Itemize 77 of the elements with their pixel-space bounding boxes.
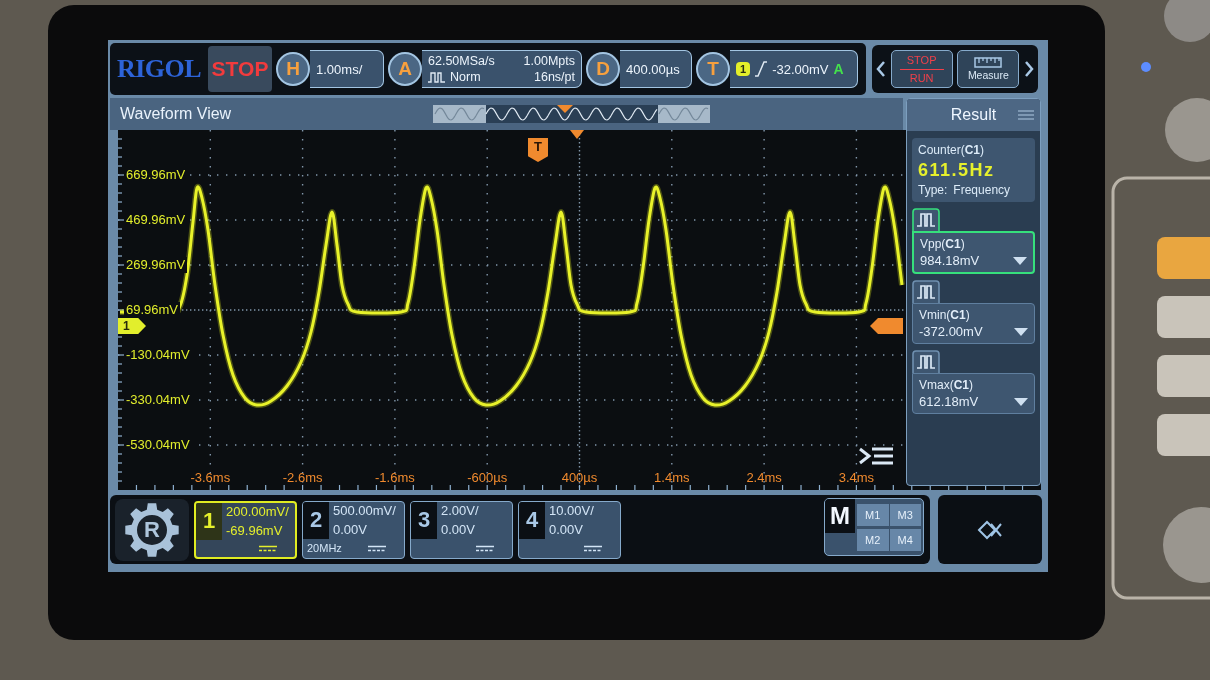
ruler-icon [974,56,1003,68]
panel-title: Waveform View [120,105,233,123]
type-value: Frequency [953,183,1011,197]
position-triangle-icon [557,105,573,113]
x-axis-label: -3.6ms [190,470,231,486]
channel-scale: 500.00mV/ [332,501,397,520]
y-axis-label: 269.96mV [124,257,188,273]
measurement-value: 984.18mV [920,253,980,268]
pulse-tab-icon[interactable] [912,280,940,303]
x-axis-label: 3.4ms [838,470,875,486]
sweep-mode: A [833,61,844,77]
measurement-label: Vmax(C1) [919,378,974,392]
sample-rate: 62.50MSa/s [428,53,496,69]
counter-label: Counter(C1) [918,143,986,157]
touch-button[interactable] [938,495,1042,564]
x-axis-label: -1.6ms [375,470,415,486]
x-axis-label: -2.6ms [282,470,323,486]
measurement-value: 612.18mV [919,394,979,409]
chevron-left-icon[interactable] [876,60,886,78]
x-axis-label: 1.4ms [654,470,690,486]
x-axis-label: 400µs [561,470,598,486]
channel-offset: 0.00V [332,520,368,539]
dc-symbol-icon [259,544,277,552]
channel-number: 2 [303,501,329,539]
delay-button[interactable]: 400.00µs [620,50,692,88]
trigger-level-value: -32.00mV [772,61,829,77]
dc-symbol-icon [368,544,386,552]
dc-symbol-icon [584,544,602,552]
panel-title: Result [949,106,998,124]
channel-scale: 200.00mV/ [225,502,290,521]
run-status: STOP [208,46,272,92]
y-axis-label: 69.96mV [124,302,181,318]
chevron-right-icon[interactable] [1023,60,1034,78]
gear-icon [124,501,180,558]
measure-button[interactable]: Measure [957,50,1020,88]
frequency-reading: 611.5Hz [918,160,996,180]
diamond-cross-icon [977,518,1003,541]
bandwidth-limit: 20MHz [307,542,342,554]
triangle-marker-icon [570,130,584,139]
channel-scale: 2.00V/ [440,501,480,520]
channel-marker[interactable]: 1 [118,318,146,334]
pulse-tab-icon[interactable] [912,208,940,231]
pulse-tab-icon[interactable] [912,350,940,373]
acquire-panel[interactable]: 62.50MSa/s 1.00Mpts Norm 16ns/pt [422,50,582,88]
measurement-label: Vmin(C1) [919,308,971,322]
x-axis-label: 2.4ms [746,470,782,486]
math-label[interactable]: M [825,499,855,533]
rising-edge-icon [755,61,768,77]
counter-card[interactable]: Counter(C1) 611.5Hz Type: Frequency [912,138,1035,202]
dropdown-icon[interactable] [1013,256,1027,265]
acquire-mode: Norm [450,69,481,85]
expand-menu-icon[interactable] [858,446,894,466]
timebase-button[interactable]: 1.00ms/ [310,50,384,88]
dropdown-icon[interactable] [1014,397,1028,406]
channel-offset: 0.00V [548,520,584,539]
trigger-panel[interactable]: 1 -32.00mV A [730,50,858,88]
trigger-level-marker-icon[interactable] [870,318,903,334]
trigger-marker[interactable]: T [528,138,548,162]
channel-scale: 10.00V/ [548,501,595,520]
measurement-value: -372.00mV [919,324,983,339]
dc-symbol-icon [476,544,494,552]
type-label: Type: [918,183,948,197]
trigger-source-tag: 1 [736,62,751,76]
x-axis-label: -600µs [467,470,508,486]
channel-offset: -69.96mV [225,521,284,540]
channel-number: 1 [196,502,222,540]
logo: RIGOL [115,56,203,82]
menu-button[interactable]: R [115,498,189,561]
measurement-label: Vpp(C1) [920,237,966,251]
time-per-point: 16ns/pt [533,69,575,85]
channel-number: 4 [519,501,545,539]
dropdown-icon[interactable] [1014,327,1028,336]
square-wave-icon [428,71,446,83]
channel-offset: 0.00V [440,520,476,539]
drag-handle-icon[interactable] [1018,110,1034,120]
channel-number: 3 [411,501,437,539]
memory-depth: 1.00Mpts [522,53,575,69]
